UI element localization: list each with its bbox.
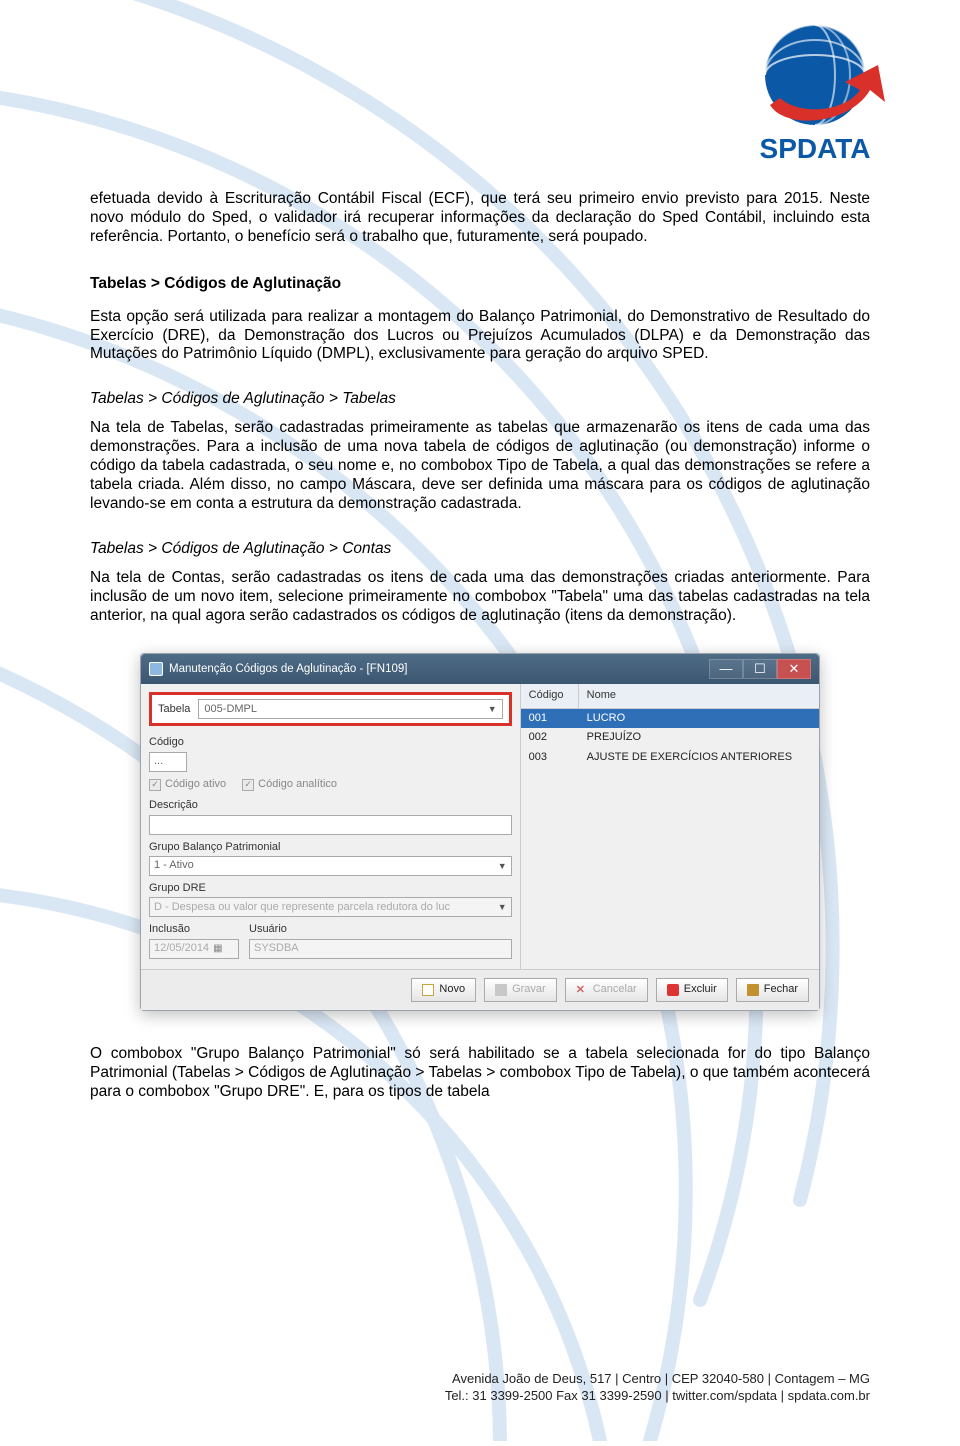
grid-row[interactable]: 002 PREJUÍZO (521, 728, 819, 747)
tabela-highlight-box: Tabela 005-DMPL ▼ (149, 692, 512, 726)
grupo-dre-label: Grupo DRE (149, 882, 512, 895)
delete-icon (667, 984, 679, 996)
codigo-grid: Código Nome 001 LUCRO 002 PREJUÍZO (521, 684, 819, 968)
door-icon (747, 984, 759, 996)
paragraph: Na tela de Tabelas, serão cadastradas pr… (90, 419, 870, 514)
section-heading: Tabelas > Códigos de Aglutinação (90, 275, 870, 294)
subsection-heading: Tabelas > Códigos de Aglutinação > Conta… (90, 540, 870, 559)
codigo-ativo-checkbox[interactable]: ✓Código ativo (149, 778, 226, 791)
novo-button[interactable]: Novo (411, 978, 476, 1002)
app-window: Manutenção Códigos de Aglutinação - [FN1… (140, 653, 820, 1010)
inclusao-date-input[interactable]: 12/05/2014 ▦ (149, 939, 239, 959)
paragraph: efetuada devido à Escrituração Contábil … (90, 190, 870, 247)
grid-row[interactable]: 001 LUCRO (521, 709, 819, 728)
codigo-label: Código (149, 736, 512, 749)
subsection-heading: Tabelas > Códigos de Aglutinação > Tabel… (90, 390, 870, 409)
paragraph: Na tela de Contas, serão cadastradas os … (90, 569, 870, 626)
window-icon (149, 662, 163, 676)
inclusao-label: Inclusão (149, 923, 239, 936)
grid-header-codigo: Código (521, 684, 579, 707)
new-icon (422, 984, 434, 996)
close-button[interactable]: ✕ (777, 659, 811, 679)
grupo-bp-label: Grupo Balanço Patrimonial (149, 841, 512, 854)
grupo-bp-combobox[interactable]: 1 - Ativo ▼ (149, 856, 512, 876)
tabela-combobox[interactable]: 005-DMPL ▼ (198, 699, 502, 719)
paragraph: Esta opção será utilizada para realizar … (90, 308, 870, 365)
page-footer: Avenida João de Deus, 517 | Centro | CEP… (445, 1370, 870, 1405)
gravar-button[interactable]: Gravar (484, 978, 557, 1002)
footer-address: Avenida João de Deus, 517 | Centro | CEP… (445, 1370, 870, 1388)
grid-row[interactable]: 003 AJUSTE DE EXERCÍCIOS ANTERIORES (521, 748, 819, 767)
cancelar-button[interactable]: ✕ Cancelar (565, 978, 648, 1002)
save-icon (495, 984, 507, 996)
codigo-analitico-checkbox[interactable]: ✓Código analítico (242, 778, 337, 791)
paragraph: O combobox "Grupo Balanço Patrimonial" s… (90, 1045, 870, 1102)
calendar-icon: ▦ (213, 943, 222, 955)
descricao-label: Descrição (149, 799, 512, 812)
titlebar: Manutenção Códigos de Aglutinação - [FN1… (141, 654, 819, 684)
chevron-down-icon: ▼ (488, 704, 497, 715)
maximize-button[interactable]: ☐ (743, 659, 777, 679)
chevron-down-icon: ▼ (498, 861, 507, 872)
tabela-label: Tabela (158, 703, 190, 716)
window-title: Manutenção Códigos de Aglutinação - [FN1… (169, 662, 407, 676)
minimize-button[interactable]: — (709, 659, 743, 679)
cancel-icon: ✕ (576, 984, 588, 996)
usuario-label: Usuário (249, 923, 512, 936)
grupo-dre-combobox[interactable]: D - Despesa ou valor que represente parc… (149, 897, 512, 917)
descricao-input[interactable] (149, 815, 512, 835)
codigo-input[interactable]: ... (149, 752, 187, 772)
excluir-button[interactable]: Excluir (656, 978, 728, 1002)
fechar-button[interactable]: Fechar (736, 978, 809, 1002)
grid-header-nome: Nome (579, 684, 819, 707)
footer-contact: Tel.: 31 3399-2500 Fax 31 3399-2590 | tw… (445, 1387, 870, 1405)
usuario-input[interactable]: SYSDBA (249, 939, 512, 959)
spdata-logo: SPDATA (730, 10, 900, 180)
chevron-down-icon: ▼ (498, 902, 507, 913)
svg-text:SPDATA: SPDATA (760, 133, 871, 164)
